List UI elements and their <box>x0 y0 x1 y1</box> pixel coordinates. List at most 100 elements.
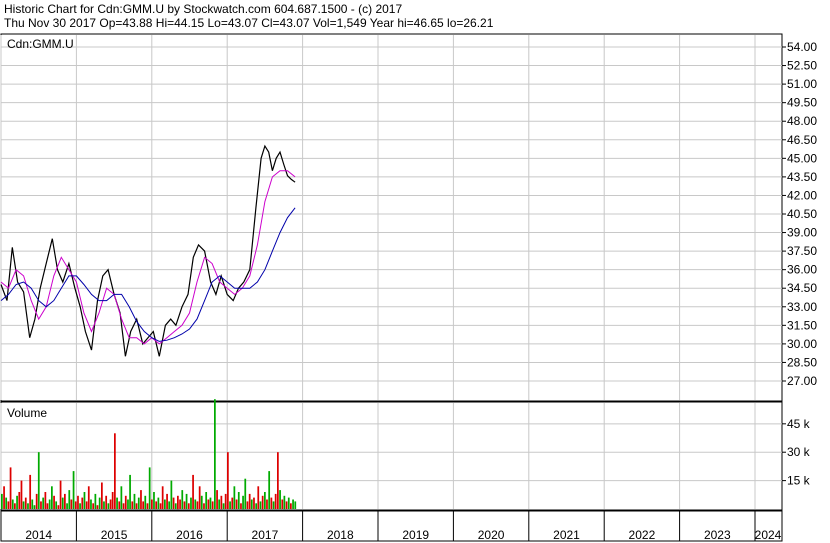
price-ytick-label: 31.50 <box>787 318 817 332</box>
chart-header-stats: Thu Nov 30 2017 Op=43.88 Hi=44.15 Lo=43.… <box>4 16 494 30</box>
volume-bar <box>42 497 45 509</box>
x-tick-label: 2017 <box>252 528 279 542</box>
price-ytick-label: 39.00 <box>787 226 817 240</box>
volume-bar <box>118 501 121 509</box>
volume-bar <box>131 501 134 509</box>
chart-background <box>0 0 830 543</box>
volume-bar <box>164 499 166 509</box>
volume-bar <box>101 482 103 509</box>
volume-bar <box>157 497 160 509</box>
volume-bar <box>53 495 55 510</box>
volume-bar <box>209 497 212 509</box>
volume-bar <box>66 503 68 509</box>
volume-bar <box>133 493 136 509</box>
volume-bar <box>1 493 3 509</box>
price-ytick-label: 28.50 <box>787 355 817 369</box>
volume-bar <box>174 503 177 509</box>
price-ytick-label: 48.00 <box>787 114 817 128</box>
volume-bar <box>285 501 288 509</box>
volume-bar <box>48 499 51 509</box>
volume-bar <box>122 503 125 509</box>
price-ytick-label: 54.00 <box>787 40 817 54</box>
volume-bar <box>5 497 8 509</box>
volume-bar <box>96 505 99 509</box>
volume-bar <box>237 492 240 509</box>
volume-label: Volume <box>7 406 47 420</box>
volume-bar <box>283 495 286 510</box>
x-tick-label: 2024 <box>755 528 782 542</box>
volume-bar <box>214 399 216 509</box>
volume-bar <box>85 501 88 509</box>
volume-bar <box>179 499 181 509</box>
stockwatch-chart: Historic Chart for Cdn:GMM.U by Stockwat… <box>0 0 830 543</box>
volume-bar <box>205 492 208 509</box>
x-tick-label: 2023 <box>704 528 731 542</box>
x-tick-label: 2018 <box>327 528 354 542</box>
volume-bar <box>272 501 275 509</box>
price-ytick-label: 52.50 <box>787 59 817 73</box>
volume-bar <box>61 497 64 509</box>
volume-bar <box>129 474 131 509</box>
volume-bar <box>233 486 236 509</box>
x-tick-label: 2022 <box>629 528 656 542</box>
volume-bar <box>44 492 47 509</box>
volume-bar <box>146 503 149 509</box>
volume-bar <box>144 495 147 510</box>
volume-bar <box>98 497 101 509</box>
volume-bar <box>294 501 297 509</box>
x-tick-label: 2014 <box>25 528 52 542</box>
volume-bar <box>248 493 251 509</box>
volume-bar <box>181 490 184 509</box>
volume-bar <box>177 495 179 510</box>
volume-bar <box>107 503 110 509</box>
price-ytick-label: 43.50 <box>787 170 817 184</box>
volume-bar <box>81 497 84 509</box>
volume-bar <box>148 467 151 509</box>
price-ytick-label: 30.00 <box>787 337 817 351</box>
volume-bar <box>255 503 258 509</box>
price-ytick-label: 27.00 <box>787 374 817 388</box>
volume-bar <box>266 499 268 509</box>
volume-bar <box>14 503 16 509</box>
volume-bar <box>270 497 273 509</box>
volume-bar <box>277 452 279 509</box>
volume-bar <box>161 486 164 509</box>
volume-bar <box>11 499 14 509</box>
x-tick-label: 2021 <box>553 528 580 542</box>
volume-bar <box>64 493 66 509</box>
volume-bar <box>29 474 32 509</box>
volume-bar <box>207 499 210 509</box>
volume-bar <box>224 493 227 509</box>
volume-bar <box>220 495 223 510</box>
volume-bar <box>22 501 25 509</box>
volume-bar <box>259 501 262 509</box>
volume-bar <box>116 497 118 509</box>
volume-bar <box>27 503 29 509</box>
volume-bar <box>103 501 105 509</box>
price-ytick-label: 45.00 <box>787 151 817 165</box>
volume-bar <box>183 501 186 509</box>
volume-bar <box>235 499 238 509</box>
volume-bar <box>222 503 225 509</box>
volume-bar <box>70 499 73 509</box>
volume-bar <box>20 480 23 509</box>
volume-bar <box>203 503 205 509</box>
volume-bar <box>231 497 234 509</box>
volume-bar <box>168 501 171 509</box>
volume-bar <box>240 503 242 509</box>
price-ytick-label: 36.00 <box>787 263 817 277</box>
volume-bar <box>218 499 221 509</box>
volume-bar <box>253 497 255 509</box>
volume-bar <box>137 497 140 509</box>
volume-bar <box>172 497 175 509</box>
chart-header-title: Historic Chart for Cdn:GMM.U by Stockwat… <box>4 2 402 16</box>
volume-bar <box>68 490 71 509</box>
volume-bar <box>257 486 260 509</box>
volume-bar <box>196 501 199 509</box>
volume-bar <box>105 495 108 510</box>
volume-bar <box>59 480 62 509</box>
volume-bar <box>190 497 192 509</box>
volume-y-axis: 45 k 30 k 15 k <box>782 417 811 488</box>
volume-bar <box>109 499 112 509</box>
volume-bar <box>187 503 190 509</box>
